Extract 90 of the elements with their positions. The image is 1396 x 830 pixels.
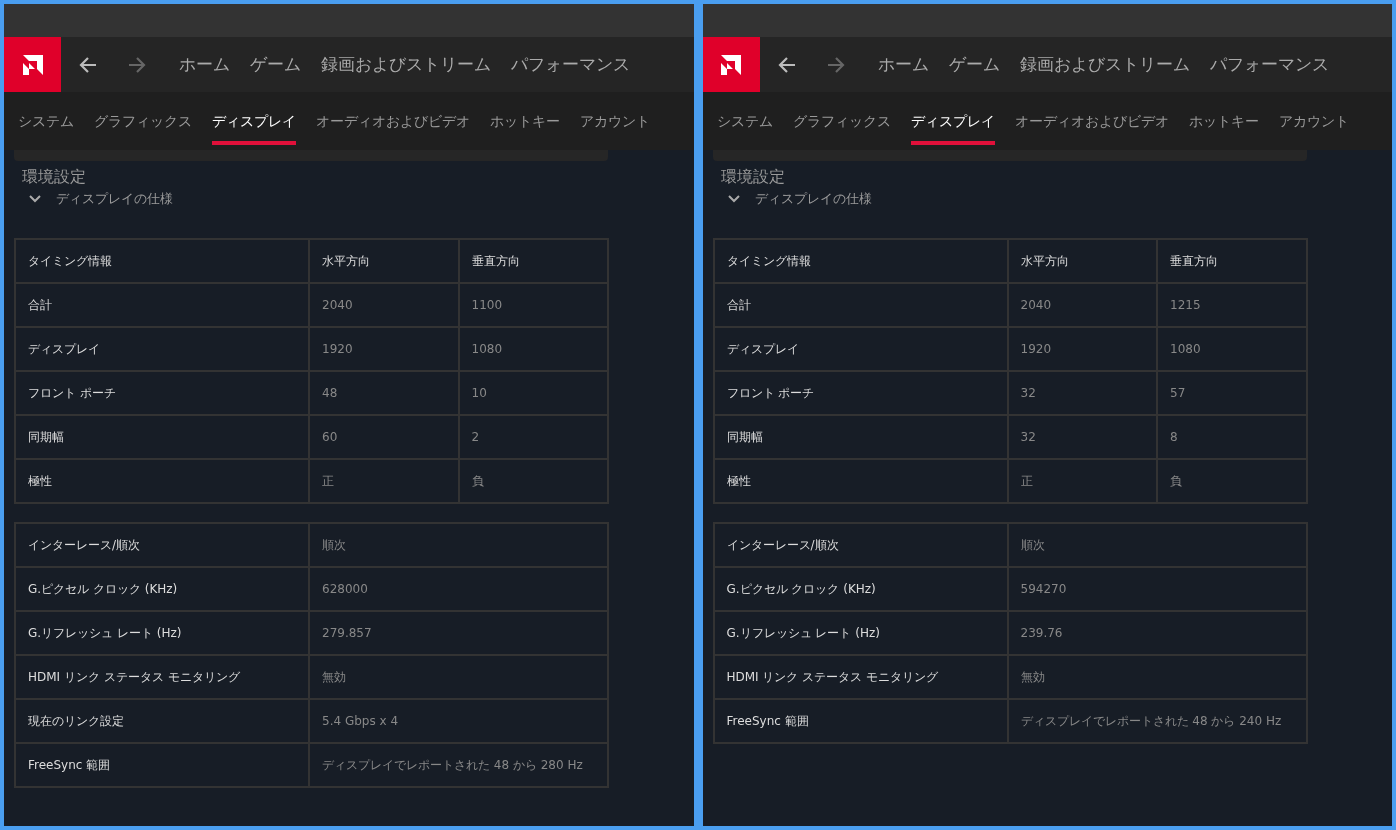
logo-icon[interactable] bbox=[702, 37, 760, 92]
table-cell: HDMI リンク ステータス モニタリング bbox=[15, 655, 309, 699]
table-cell: ディスプレイ bbox=[15, 327, 309, 371]
table-cell: 極性 bbox=[713, 459, 1008, 503]
tab[interactable]: アカウント bbox=[1278, 105, 1349, 145]
tab[interactable]: アカウント bbox=[580, 105, 650, 145]
table-cell: 正 bbox=[309, 459, 459, 503]
subsection-label[interactable]: ディスプレイの仕様 bbox=[754, 190, 872, 208]
nav-link[interactable]: 録画およびストリーム bbox=[321, 53, 491, 76]
table-cell: 279.857 bbox=[309, 611, 608, 655]
section-title: 環境設定 bbox=[720, 167, 786, 188]
table-cell: インターレース/順次 bbox=[713, 523, 1008, 567]
nav-link[interactable]: 録画およびストリーム bbox=[1019, 53, 1190, 76]
column-header: タイミング情報 bbox=[713, 239, 1008, 283]
tab[interactable]: システム bbox=[18, 105, 74, 145]
table-cell: フロント ポーチ bbox=[713, 371, 1008, 415]
table-cell: 32 bbox=[1007, 415, 1157, 459]
table-cell: FreeSync 範囲 bbox=[713, 699, 1008, 743]
table-cell: 無効 bbox=[309, 655, 608, 699]
table-cell: 2040 bbox=[1007, 283, 1157, 327]
tab[interactable]: ホットキー bbox=[1188, 105, 1259, 145]
table-cell: 2040 bbox=[309, 283, 459, 327]
table-cell: 8 bbox=[1157, 415, 1307, 459]
table-cell: 239.76 bbox=[1007, 611, 1307, 655]
nav-link[interactable]: ゲーム bbox=[948, 53, 1000, 76]
table-cell: 1080 bbox=[458, 327, 608, 371]
table-cell: 628000 bbox=[309, 567, 608, 611]
table-cell: 負 bbox=[458, 459, 608, 503]
table-cell: 5.4 Gbps x 4 bbox=[309, 699, 608, 743]
table-cell: 順次 bbox=[1007, 523, 1307, 567]
table-cell: ディスプレイでレポートされた 48 から 240 Hz bbox=[1007, 699, 1307, 743]
table-cell: 32 bbox=[1007, 371, 1157, 415]
chevron-icon[interactable] bbox=[28, 194, 42, 204]
column-header: タイミング情報 bbox=[15, 239, 309, 283]
nav-link[interactable]: ホーム bbox=[877, 53, 929, 76]
table-cell: G.ピクセル クロック (KHz) bbox=[713, 567, 1008, 611]
tab[interactable]: オーディオおよびビデオ bbox=[316, 105, 470, 145]
table-cell: 現在のリンク設定 bbox=[15, 699, 309, 743]
section-title: 環境設定 bbox=[22, 167, 87, 188]
subsection-label[interactable]: ディスプレイの仕様 bbox=[56, 190, 173, 208]
nav-link[interactable]: ホーム bbox=[179, 53, 230, 76]
table-cell: 48 bbox=[309, 371, 459, 415]
table-cell: ディスプレイでレポートされた 48 から 280 Hz bbox=[309, 743, 608, 787]
table-cell: 負 bbox=[1157, 459, 1307, 503]
table-cell: インターレース/順次 bbox=[15, 523, 309, 567]
table-cell: 合計 bbox=[713, 283, 1008, 327]
column-header: 水平方向 bbox=[1007, 239, 1157, 283]
table-cell: 10 bbox=[458, 371, 608, 415]
table-cell: 順次 bbox=[309, 523, 608, 567]
tab[interactable]: ディスプレイ bbox=[212, 105, 296, 145]
logo-icon[interactable] bbox=[4, 37, 61, 92]
column-header: 垂直方向 bbox=[1157, 239, 1307, 283]
forward-arrow-icon[interactable] bbox=[127, 55, 147, 74]
column-header: 水平方向 bbox=[309, 239, 459, 283]
tab[interactable]: システム bbox=[716, 105, 773, 145]
table-cell: 無効 bbox=[1007, 655, 1307, 699]
table-cell: 57 bbox=[1157, 371, 1307, 415]
table-cell: 合計 bbox=[15, 283, 309, 327]
tab[interactable]: ディスプレイ bbox=[910, 105, 995, 145]
table-cell: G.ピクセル クロック (KHz) bbox=[15, 567, 309, 611]
nav-link[interactable]: パフォーマンス bbox=[1209, 53, 1329, 76]
table-cell: 1920 bbox=[1007, 327, 1157, 371]
table-cell: 同期幅 bbox=[713, 415, 1008, 459]
chevron-icon[interactable] bbox=[726, 194, 741, 204]
tab[interactable]: ホットキー bbox=[490, 105, 560, 145]
back-arrow-icon[interactable] bbox=[776, 55, 797, 74]
nav-link[interactable]: ゲーム bbox=[250, 53, 301, 76]
table-cell: 1215 bbox=[1157, 283, 1307, 327]
table-cell: 594270 bbox=[1007, 567, 1307, 611]
table-cell: 60 bbox=[309, 415, 459, 459]
table-cell: フロント ポーチ bbox=[15, 371, 309, 415]
tab[interactable]: オーディオおよびビデオ bbox=[1014, 105, 1169, 145]
table-cell: 正 bbox=[1007, 459, 1157, 503]
table-cell: 1100 bbox=[458, 283, 608, 327]
column-header: 垂直方向 bbox=[458, 239, 608, 283]
table-cell: 極性 bbox=[15, 459, 309, 503]
back-arrow-icon[interactable] bbox=[78, 55, 98, 74]
table-cell: G.リフレッシュ レート (Hz) bbox=[15, 611, 309, 655]
tab[interactable]: グラフィックス bbox=[94, 105, 192, 145]
table-cell: 1920 bbox=[309, 327, 459, 371]
table-cell: FreeSync 範囲 bbox=[15, 743, 309, 787]
table-cell: HDMI リンク ステータス モニタリング bbox=[713, 655, 1008, 699]
table-cell: 2 bbox=[458, 415, 608, 459]
table-cell: G.リフレッシュ レート (Hz) bbox=[713, 611, 1008, 655]
table-cell: ディスプレイ bbox=[713, 327, 1008, 371]
tab[interactable]: グラフィックス bbox=[792, 105, 891, 145]
table-cell: 1080 bbox=[1157, 327, 1307, 371]
forward-arrow-icon[interactable] bbox=[825, 55, 846, 74]
nav-link[interactable]: パフォーマンス bbox=[511, 53, 630, 76]
table-cell: 同期幅 bbox=[15, 415, 309, 459]
